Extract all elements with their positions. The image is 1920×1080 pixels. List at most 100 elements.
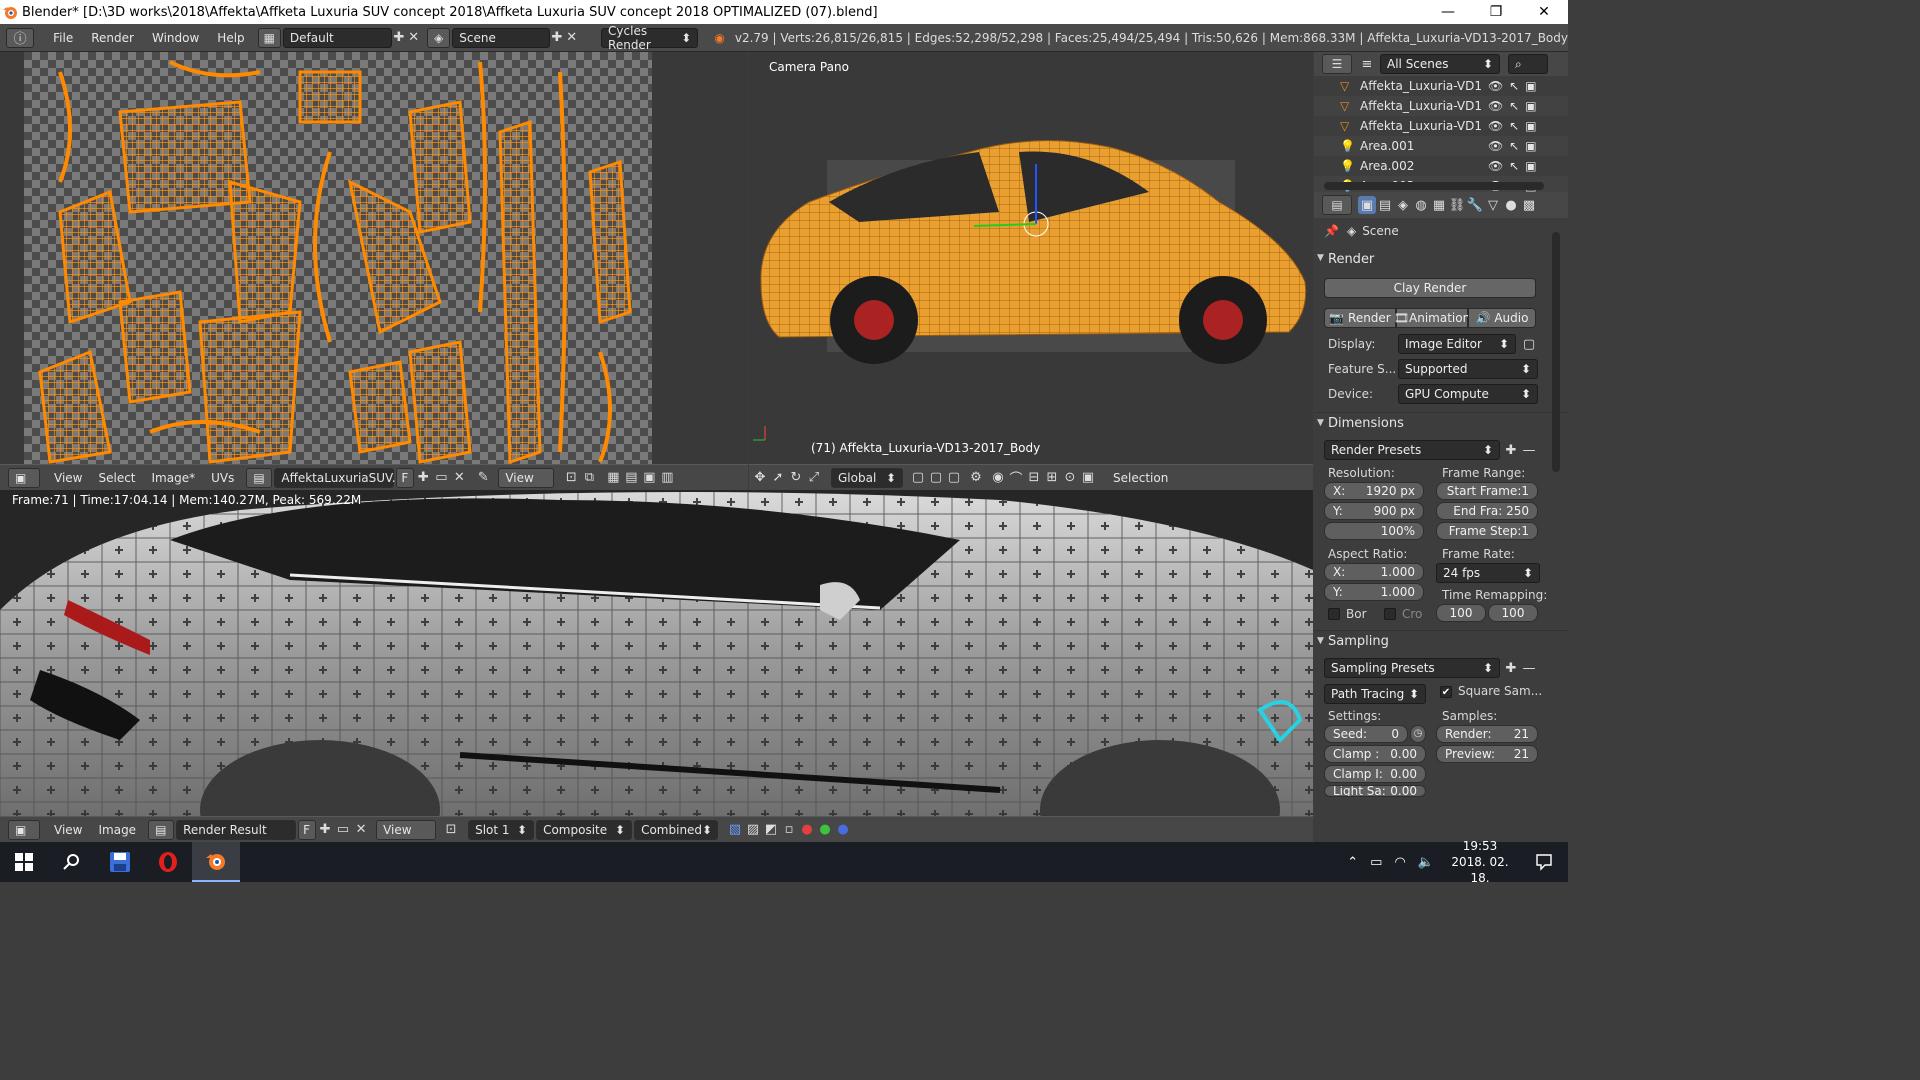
remap-new-field[interactable]: 100 [1488,604,1538,622]
pivot-icon[interactable]: ⊡ [562,469,580,487]
alpha-icon[interactable]: ▨ [744,821,762,839]
resolution-percent-field[interactable]: 100% [1324,522,1424,540]
battery-icon[interactable]: ▭ [1364,855,1388,870]
light-sampling-field[interactable]: Light Sa: 0.00 [1324,785,1426,797]
world-tab-icon[interactable]: ◍ [1412,196,1430,214]
image-name-field[interactable]: AffektaLuxuriaSUV... [274,467,403,488]
remove-scene-icon[interactable]: ✕ [564,29,579,47]
material-tab-icon[interactable]: ● [1502,196,1520,214]
uv-menu-uvs[interactable]: UVs [203,471,242,485]
render-pivot-icon[interactable]: ⊡ [442,821,460,839]
opera-icon[interactable] [144,842,192,882]
layer3-icon[interactable]: ▢ [945,469,963,487]
seed-field[interactable]: Seed: 0 [1324,725,1408,743]
remove-layout-icon[interactable]: ✕ [406,29,421,47]
frame-rate-dropdown[interactable]: 24 fps ⬍ [1436,563,1540,583]
renderable-camera-icon[interactable]: ▣ [1525,99,1536,113]
visibility-eye-icon[interactable]: 👁 [1488,159,1503,173]
wifi-icon[interactable]: ◠ [1388,855,1411,870]
pin-icon[interactable]: 📌 [1324,224,1339,238]
properties-editor[interactable]: ▤ ▣ ▤ ◈ ◍ ▦ ⛓ 🔧 ▽ ● ▩ 📌 ◈ Scene Render C… [1314,192,1568,842]
uv-face-select-icon[interactable]: ▣ [640,469,658,487]
screen-layout-dropdown[interactable]: Default [282,27,392,48]
render-tab-icon[interactable]: ▣ [1358,196,1376,214]
remove-sampling-preset-icon[interactable]: — [1520,659,1538,677]
sampling-panel-header[interactable]: Sampling [1314,630,1568,652]
fake-user-button[interactable]: F [396,467,415,488]
animation-button[interactable]: 🎞 Animation [1394,308,1470,328]
pin-icon[interactable]: ✎ [474,469,492,487]
clock[interactable]: 19:53 2018. 02. 18. [1440,838,1520,886]
uv-menu-image[interactable]: Image* [144,471,204,485]
z-buffer-icon[interactable]: ◩ [762,821,780,839]
scene-tab-icon[interactable]: ◈ [1394,196,1412,214]
visibility-eye-icon[interactable]: 👁 [1488,139,1503,153]
notifications-icon[interactable] [1520,842,1568,882]
device-dropdown[interactable]: GPU Compute ⬍ [1398,384,1538,404]
orientation-dropdown[interactable]: Global ⬍ [831,467,903,488]
data-tab-icon[interactable]: ▽ [1484,196,1502,214]
menu-render[interactable]: Render [82,31,143,45]
renderable-camera-icon[interactable]: ▣ [1525,79,1536,93]
frame-step-field[interactable]: Frame Step:1 [1436,522,1538,540]
save-app-icon[interactable] [96,842,144,882]
screen-layout-icon[interactable]: ▦ [257,27,281,48]
selectable-cursor-icon[interactable]: ↖ [1509,159,1519,173]
blue-channel-icon[interactable]: ● [834,821,852,839]
render-unlink-icon[interactable]: ✕ [352,821,370,839]
renderable-camera-icon[interactable]: ▣ [1525,139,1536,153]
layer2-icon[interactable]: ▢ [927,469,945,487]
maximize-button[interactable]: ❐ [1472,0,1520,24]
channel-icon[interactable]: ▫ [780,821,798,839]
render-button[interactable]: 📷 Render [1324,308,1396,328]
layer-icon[interactable]: ▢ [909,469,927,487]
red-channel-icon[interactable]: ● [798,821,816,839]
clamp-indirect-field[interactable]: Clamp I: 0.00 [1324,765,1426,783]
image-browse-icon[interactable]: ▤ [246,467,273,488]
sampling-presets-dropdown[interactable]: Sampling Presets ⬍ [1324,658,1500,678]
render-image-name-field[interactable]: Render Result [176,819,297,840]
render-layers-tab-icon[interactable]: ▤ [1376,196,1394,214]
close-button[interactable]: ✕ [1520,0,1568,24]
unlink-image-icon[interactable]: ✕ [450,469,468,487]
add-scene-icon[interactable]: ✚ [550,29,565,47]
editor-type-info-button[interactable]: ⓘ [6,27,35,48]
slot-dropdown[interactable]: Slot 1 ⬍ [468,819,535,840]
manipulator-icon[interactable]: ✥ [751,469,769,487]
windows-start-icon[interactable] [0,842,48,882]
constraints-tab-icon[interactable]: ⛓ [1448,196,1466,214]
clamp-direct-field[interactable]: Clamp : 0.00 [1324,745,1426,763]
selectable-cursor-icon[interactable]: ↖ [1509,99,1519,113]
aspect-y-field[interactable]: Y: 1.000 [1324,583,1424,601]
outliner-item[interactable]: 💡 Area.002 👁 ↖ ▣ [1314,156,1568,176]
uv-view-dropdown[interactable]: View [498,467,555,488]
uv-image-editor[interactable] [0,52,748,464]
visibility-eye-icon[interactable]: 👁 [1488,119,1503,133]
uv-menu-select[interactable]: Select [90,471,143,485]
menu-help[interactable]: Help [208,31,253,45]
render-menu-image[interactable]: Image [90,823,144,837]
uv-vertex-select-icon[interactable]: ▦ [604,469,622,487]
selectable-cursor-icon[interactable]: ↖ [1509,139,1519,153]
resolution-x-field[interactable]: X: 1920 px [1324,482,1424,500]
visibility-eye-icon[interactable]: 👁 [1488,99,1503,113]
renderable-camera-icon[interactable]: ▣ [1525,119,1536,133]
outliner-item[interactable]: ▽ Affekta_Luxuria-VD13 👁 ↖ ▣ [1314,96,1568,116]
render-open-image-icon[interactable]: ▭ [334,821,352,839]
falloff-icon[interactable]: ⌒ [1007,469,1025,487]
scale-icon[interactable]: ⤢ [805,469,823,487]
layer-pass-dropdown[interactable]: Composite ⬍ [536,819,633,840]
scene-icon[interactable]: ◈ [427,27,451,48]
outliner-item[interactable]: ▽ Affekta_Luxuria-VD13 👁 ↖ ▣ [1314,116,1568,136]
clay-render-button[interactable]: Clay Render [1324,278,1536,298]
animated-seed-icon[interactable]: ◷ [1410,725,1426,743]
preview-samples-field[interactable]: Preview: 21 [1436,745,1538,763]
add-layout-icon[interactable]: ✚ [392,29,407,47]
tray-chevron-icon[interactable]: ⌃ [1341,855,1364,870]
camera-icon[interactable]: ▣ [1079,469,1097,487]
border-checkbox[interactable] [1328,608,1340,620]
3d-viewport[interactable]: Camera Pano (71) Affekta_Luxuria-VD13-20… [749,52,1313,464]
scene-dropdown[interactable]: Scene [452,27,550,48]
feature-set-dropdown[interactable]: Supported ⬍ [1398,359,1538,379]
remove-preset-icon[interactable]: — [1520,441,1538,459]
